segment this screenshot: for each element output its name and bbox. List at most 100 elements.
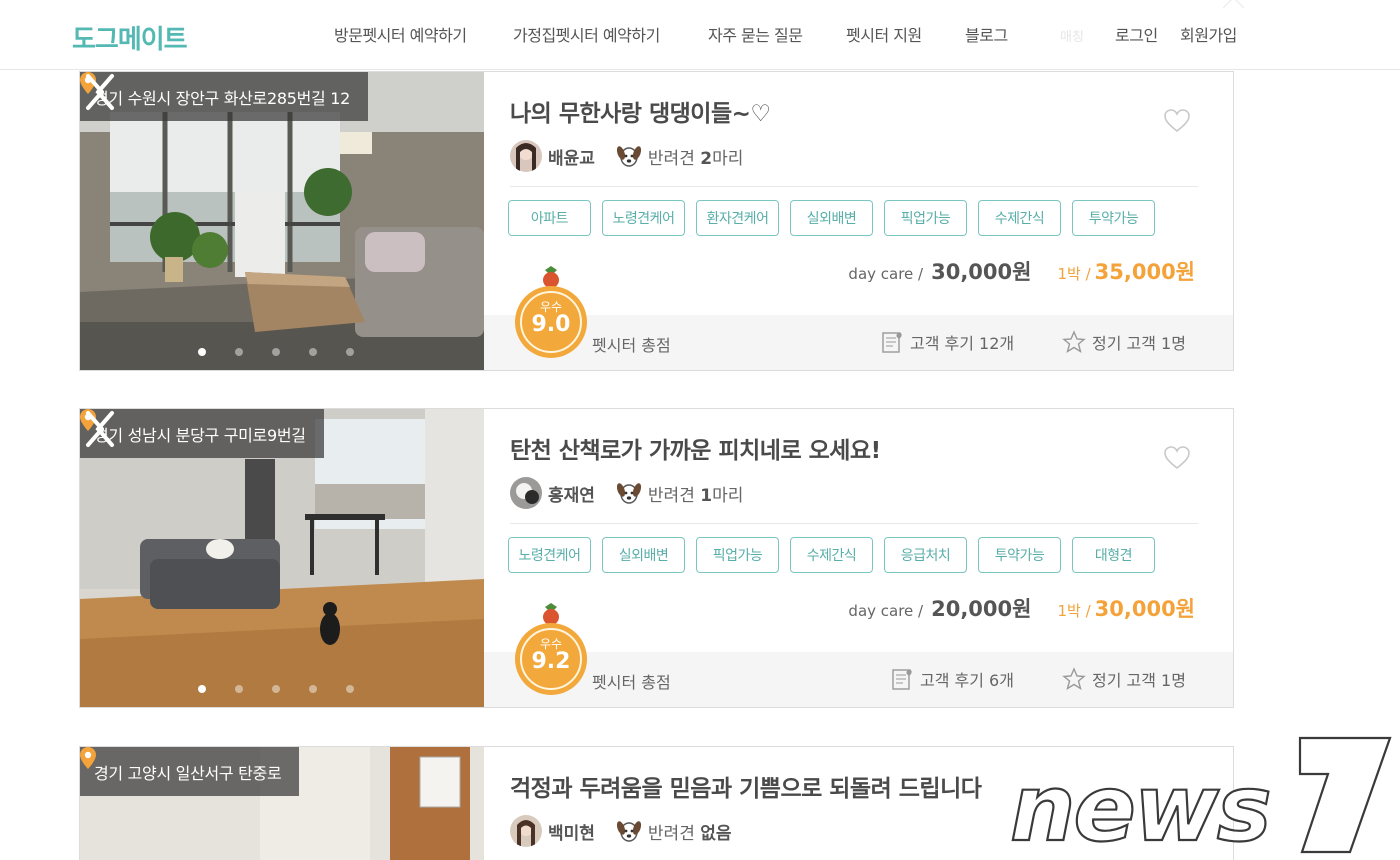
nav-hidden-item: 매칭 [1060,30,1084,45]
service-tag[interactable]: 노령견케어 [602,200,685,236]
location-pin-icon [80,747,96,769]
pagination-dot[interactable] [198,348,206,356]
pets-info: 반려견 없음 [647,823,732,844]
heart-icon[interactable] [1164,446,1190,470]
pagination-dot[interactable] [309,348,317,356]
host-name[interactable]: 홍재연 [548,481,595,506]
overnight-label: 1박 / [1057,602,1091,620]
dog-icon [616,821,641,842]
service-tag[interactable]: 노령견케어 [508,537,591,573]
dropdown-caret-icon [1222,0,1245,19]
host-avatar[interactable] [510,815,542,847]
host-avatar[interactable] [510,477,542,509]
login-link[interactable]: 로그인 [1115,22,1158,46]
service-tag[interactable]: 투약가능 [978,537,1061,573]
listing-photo[interactable]: 경기 성남시 분당구 구미로9번길 [80,409,484,707]
photo-pagination [198,685,354,693]
score-label: 펫시터 총점 [592,673,671,692]
daycare-price: 20,000원 [931,597,1032,621]
rating-medal: 우수 9.0 [514,266,588,362]
nav-visit-sitter[interactable]: 방문펫시터 예약하기 [334,22,467,46]
listing-info: 탄천 산책로가 가까운 피치네로 오세요! 홍재연 반려견 1마리 노령견케어 … [484,409,1233,707]
service-tag[interactable]: 대형견 [1072,537,1155,573]
next-photo-icon[interactable] [80,409,108,449]
service-tag[interactable]: 환자견케어 [696,200,779,236]
rating-medal: 우수 9.2 [514,603,588,699]
host-name[interactable]: 배윤교 [548,144,595,169]
service-tags: 노령견케어 실외배변 픽업가능 수제간식 응급처치 투약가능 대형견 [508,537,1155,573]
dog-icon [616,146,641,167]
host-row: 백미현 반려견 없음 [510,815,732,847]
daycare-label: day care / [848,602,924,620]
score-label: 펫시터 총점 [592,336,671,355]
host-name[interactable]: 백미현 [548,819,595,844]
listing-photo[interactable]: 경기 수원시 장안구 화산로285번길 12 [80,72,484,370]
service-tag[interactable]: 픽업가능 [696,537,779,573]
service-tags: 아파트 노령견케어 환자견케어 실외배변 픽업가능 수제간식 투약가능 [508,200,1155,236]
service-tag[interactable]: 픽업가능 [884,200,967,236]
nav-faq[interactable]: 자주 묻는 질문 [708,22,803,46]
listing-photo[interactable]: 경기 고양시 일산서구 탄중로 [80,747,484,860]
pagination-dot[interactable] [272,685,280,693]
listing-info: 나의 무한사랑 댕댕이들~♡ 배윤교 반려견 2마리 아파트 노령견케어 환자견… [484,72,1233,370]
pagination-dot[interactable] [346,685,354,693]
location-badge: 경기 고양시 일산서구 탄중로 [80,747,300,796]
host-row: 배윤교 반려견 2마리 [510,140,743,172]
svg-text:news: news [1010,755,1270,860]
pagination-dot[interactable] [198,685,206,693]
rating-score: 9.2 [531,649,571,674]
overnight-price: 35,000원 [1094,260,1195,284]
service-tag[interactable]: 수제간식 [978,200,1061,236]
regular-customers: 정기 고객 1명 [1062,330,1186,354]
signup-link[interactable]: 회원가입 [1180,22,1237,46]
location-text: 경기 성남시 분당구 구미로9번길 [94,425,306,445]
reviews-link[interactable]: 고객 후기 6개 [890,667,1014,691]
rating-score: 9.0 [531,312,571,337]
location-badge: 경기 수원시 장안구 화산로285번길 12 [80,72,369,121]
service-tag[interactable]: 실외배변 [790,200,873,236]
pagination-dot[interactable] [272,348,280,356]
location-text: 경기 수원시 장안구 화산로285번길 12 [94,88,351,108]
divider [510,186,1198,187]
price-row: day care / 30,000원 1박 / 35,000원 [848,256,1195,286]
host-avatar[interactable] [510,140,542,172]
service-tag[interactable]: 응급처치 [884,537,967,573]
nav-home-sitter[interactable]: 가정집펫시터 예약하기 [513,22,660,46]
star-icon [1062,330,1086,354]
nav-sitter-apply[interactable]: 펫시터 지원 [846,22,922,46]
pagination-dot[interactable] [235,685,243,693]
sitter-card[interactable]: 경기 수원시 장안구 화산로285번길 12 나의 무한사랑 댕댕이들~♡ 배윤… [79,71,1234,371]
next-photo-icon[interactable] [80,72,108,112]
listing-title[interactable]: 나의 무한사랑 댕댕이들~♡ [510,94,771,128]
service-tag[interactable]: 수제간식 [790,537,873,573]
location-text: 경기 고양시 일산서구 탄중로 [94,763,282,783]
top-nav-bar: 도그메이트 방문펫시터 예약하기 가정집펫시터 예약하기 자주 묻는 질문 펫시… [0,0,1400,70]
star-icon [1062,667,1086,691]
heart-icon[interactable] [1164,109,1190,133]
pets-info: 반려견 2마리 [647,148,744,169]
pagination-dot[interactable] [235,348,243,356]
overnight-label: 1박 / [1057,265,1091,283]
host-row: 홍재연 반려견 1마리 [510,477,743,509]
service-tag[interactable]: 실외배변 [602,537,685,573]
service-tag[interactable]: 투약가능 [1072,200,1155,236]
pets-info: 반려견 1마리 [647,485,744,506]
listing-title[interactable]: 걱정과 두려움을 믿음과 기쁨으로 되돌려 드립니다 [510,769,982,803]
reviews-link[interactable]: 고객 후기 12개 [880,330,1014,354]
regular-customers: 정기 고객 1명 [1062,667,1186,691]
photo-pagination [198,348,354,356]
divider [510,523,1198,524]
service-tag[interactable]: 아파트 [508,200,591,236]
nav-blog[interactable]: 블로그 [965,22,1008,46]
dogmate-logo[interactable]: 도그메이트 [72,19,188,56]
overnight-price: 30,000원 [1094,597,1195,621]
listing-title[interactable]: 탄천 산책로가 가까운 피치네로 오세요! [510,431,881,465]
pagination-dot[interactable] [309,685,317,693]
review-icon [882,332,902,353]
sitter-card[interactable]: 경기 성남시 분당구 구미로9번길 탄천 산책로가 가까운 피치네로 오세요! … [79,408,1234,708]
price-row: day care / 20,000원 1박 / 30,000원 [848,593,1195,623]
daycare-price: 30,000원 [931,260,1032,284]
dog-icon [616,483,641,504]
pagination-dot[interactable] [346,348,354,356]
review-icon [892,669,912,690]
